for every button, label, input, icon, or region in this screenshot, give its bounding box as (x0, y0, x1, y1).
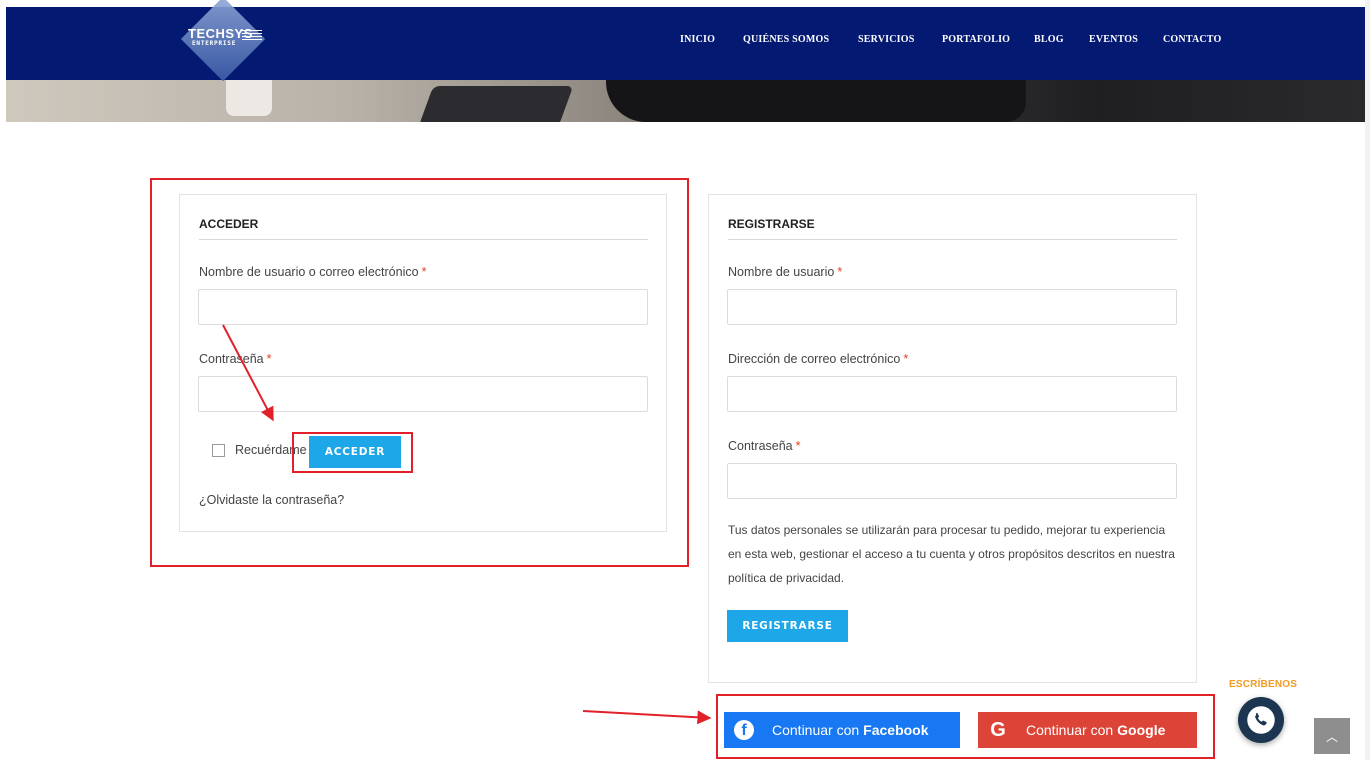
nav-item-quienes-somos[interactable]: QUIÉNES SOMOS (743, 34, 829, 45)
page-scrollbar[interactable] (1365, 0, 1370, 760)
chevron-up-icon: ︿ (1325, 729, 1338, 744)
site-logo[interactable]: TECHSYS ENTERPRISE (168, 0, 278, 82)
whatsapp-icon (1247, 706, 1275, 734)
whatsapp-label: ESCRÍBENOS (1229, 679, 1298, 690)
register-email-input[interactable] (727, 376, 1177, 412)
whatsapp-button[interactable] (1238, 697, 1284, 743)
register-title: REGISTRARSE (728, 217, 815, 231)
logo-tagline: ENTERPRISE (192, 40, 237, 47)
privacy-notice: Tus datos personales se utilizarán para … (728, 523, 1175, 585)
register-title-divider (728, 239, 1177, 240)
nav-item-contacto[interactable]: CONTACTO (1163, 34, 1221, 45)
nav-item-inicio[interactable]: INICIO (680, 34, 715, 45)
register-email-label: Dirección de correo electrónico * (728, 352, 909, 366)
hero-banner-image (6, 80, 1366, 122)
register-username-input[interactable] (727, 289, 1177, 325)
annotation-box-social (716, 694, 1215, 759)
scroll-to-top-button[interactable]: ︿ (1314, 718, 1350, 754)
annotation-box-acceder (292, 432, 413, 473)
annotation-arrow-social (582, 710, 712, 725)
annotation-box-login (150, 178, 689, 567)
nav-item-servicios[interactable]: SERVICIOS (858, 34, 914, 45)
nav-item-portafolio[interactable]: PORTAFOLIO (942, 34, 1010, 45)
register-password-input[interactable] (727, 463, 1177, 499)
register-username-label: Nombre de usuario * (728, 265, 843, 279)
register-password-label: Contraseña * (728, 439, 801, 453)
nav-item-blog[interactable]: BLOG (1034, 34, 1064, 45)
logo-lines-icon (242, 30, 262, 40)
register-submit-button[interactable]: REGISTRARSE (727, 610, 848, 642)
nav-item-eventos[interactable]: EVENTOS (1089, 34, 1138, 45)
